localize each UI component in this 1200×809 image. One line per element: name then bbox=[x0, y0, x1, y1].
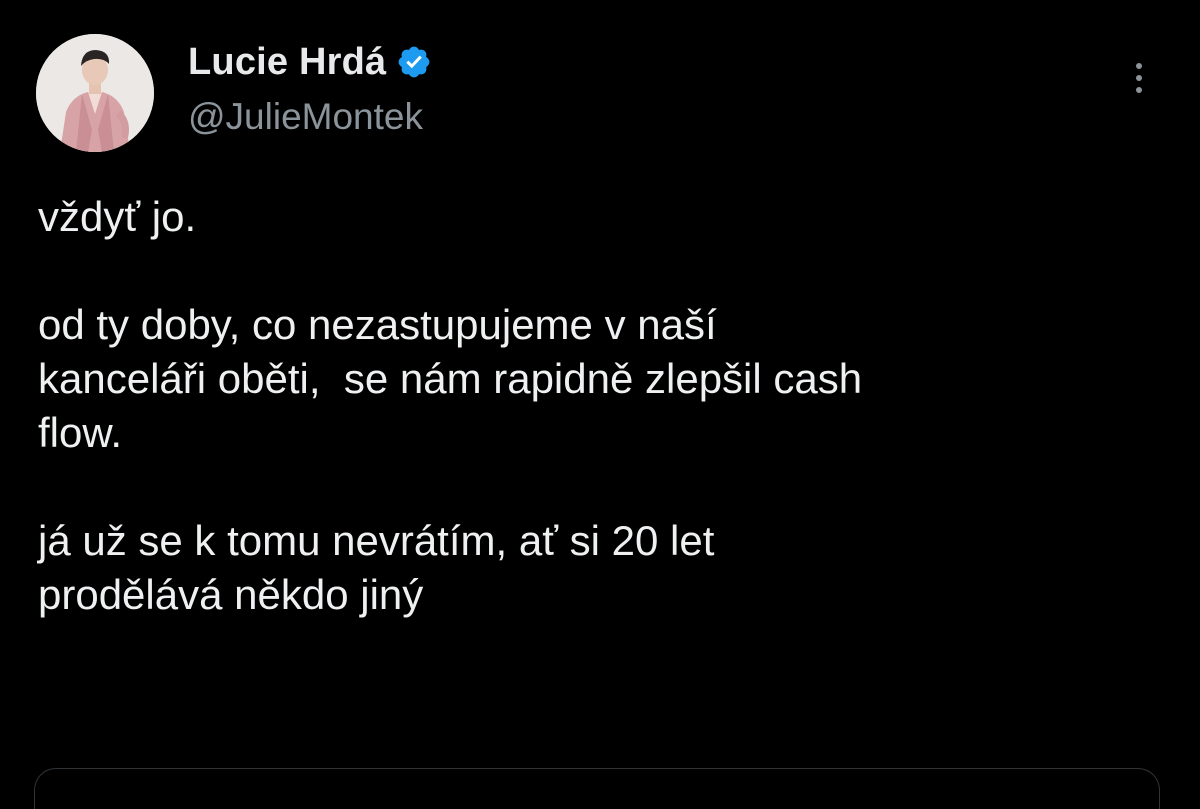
verified-badge-icon bbox=[396, 44, 432, 80]
author-display-name[interactable]: Lucie Hrdá bbox=[188, 41, 386, 84]
tweet-paragraph: od ty doby, co nezastupujeme v naší kanc… bbox=[38, 301, 863, 456]
more-options-icon[interactable] bbox=[1124, 60, 1154, 106]
tweet-paragraph: já už se k tomu nevrátím, ať si 20 let p… bbox=[38, 517, 715, 618]
tweet-paragraph: vždyť jo. bbox=[38, 193, 197, 240]
author-name-row: Lucie Hrdá bbox=[188, 38, 432, 86]
tweet-text: vždyť jo. od ty doby, co nezastupujeme v… bbox=[38, 190, 1168, 676]
author-handle[interactable]: @JulieMontek bbox=[188, 96, 423, 138]
tweet: Lucie Hrdá @JulieMontek vždyť jo. od ty … bbox=[0, 0, 1200, 809]
profile-photo-icon bbox=[36, 34, 154, 152]
quoted-tweet-card[interactable] bbox=[34, 768, 1160, 809]
avatar[interactable] bbox=[36, 34, 154, 152]
